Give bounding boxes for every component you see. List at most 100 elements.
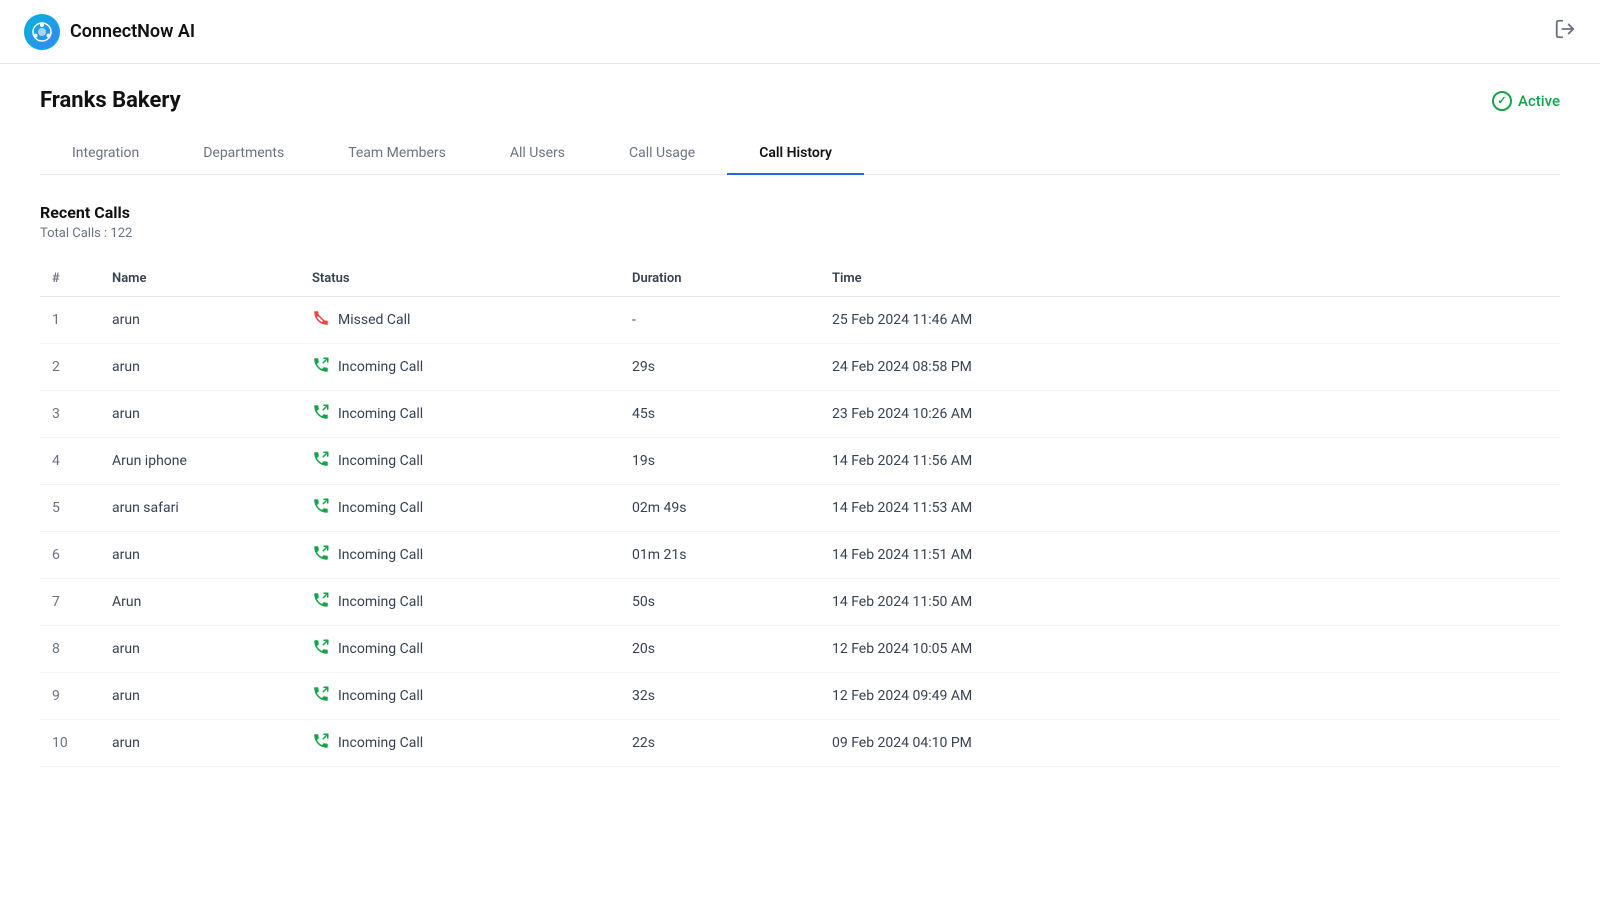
status-text: Incoming Call	[338, 735, 423, 751]
status-text: Incoming Call	[338, 406, 423, 422]
page-title: Franks Bakery	[40, 88, 181, 113]
cell-time: 24 Feb 2024 08:58 PM	[820, 344, 1560, 391]
cell-name: arun	[100, 391, 300, 438]
status-badge: Active	[1492, 91, 1560, 111]
table-row: 9 arun Incoming Call 32s 12 Feb 2024 09:…	[40, 673, 1560, 720]
cell-name: arun	[100, 344, 300, 391]
cell-status: Incoming Call	[300, 438, 620, 485]
brand-logo	[24, 14, 60, 50]
cell-status: Incoming Call	[300, 344, 620, 391]
table-row: 8 arun Incoming Call 20s 12 Feb 2024 10:…	[40, 626, 1560, 673]
cell-name: arun	[100, 673, 300, 720]
recent-calls-title: Recent Calls	[40, 203, 1560, 222]
cell-name: arun	[100, 626, 300, 673]
cell-duration: 29s	[620, 344, 820, 391]
cell-num: 1	[40, 297, 100, 344]
cell-duration: 19s	[620, 438, 820, 485]
table-row: 10 arun Incoming Call 22s 09 Feb 2024 04…	[40, 720, 1560, 767]
cell-num: 5	[40, 485, 100, 532]
cell-time: 09 Feb 2024 04:10 PM	[820, 720, 1560, 767]
tab-departments[interactable]: Departments	[171, 133, 316, 175]
cell-status: Incoming Call	[300, 673, 620, 720]
incoming-call-icon	[312, 356, 330, 378]
cell-time: 25 Feb 2024 11:46 AM	[820, 297, 1560, 344]
col-header-status: Status	[300, 261, 620, 297]
cell-status: Incoming Call	[300, 485, 620, 532]
cell-status: Incoming Call	[300, 391, 620, 438]
brand-name: ConnectNow AI	[70, 21, 195, 42]
table-row: 6 arun Incoming Call 01m 21s 14 Feb 2024…	[40, 532, 1560, 579]
cell-status: Incoming Call	[300, 720, 620, 767]
tab-call-usage[interactable]: Call Usage	[597, 133, 727, 175]
status-text: Incoming Call	[338, 359, 423, 375]
tab-bar: Integration Departments Team Members All…	[40, 133, 1560, 175]
cell-num: 7	[40, 579, 100, 626]
col-header-time: Time	[820, 261, 1560, 297]
cell-time: 14 Feb 2024 11:53 AM	[820, 485, 1560, 532]
cell-num: 9	[40, 673, 100, 720]
cell-duration: 01m 21s	[620, 532, 820, 579]
cell-name: Arun iphone	[100, 438, 300, 485]
cell-name: arun	[100, 532, 300, 579]
cell-duration: -	[620, 297, 820, 344]
cell-num: 2	[40, 344, 100, 391]
top-bar: ConnectNow AI	[0, 0, 1600, 64]
incoming-call-icon	[312, 403, 330, 425]
incoming-call-icon	[312, 497, 330, 519]
cell-num: 10	[40, 720, 100, 767]
cell-duration: 20s	[620, 626, 820, 673]
table-row: 7 Arun Incoming Call 50s 14 Feb 2024 11:…	[40, 579, 1560, 626]
tab-team-members[interactable]: Team Members	[316, 133, 478, 175]
cell-time: 14 Feb 2024 11:50 AM	[820, 579, 1560, 626]
cell-duration: 22s	[620, 720, 820, 767]
status-label: Active	[1518, 92, 1560, 110]
status-text: Incoming Call	[338, 594, 423, 610]
tab-integration[interactable]: Integration	[40, 133, 171, 175]
tab-all-users[interactable]: All Users	[478, 133, 597, 175]
cell-duration: 02m 49s	[620, 485, 820, 532]
total-calls: Total Calls : 122	[40, 226, 1560, 241]
page-header: Franks Bakery Active	[40, 88, 1560, 113]
active-status-icon	[1492, 91, 1512, 111]
table-header-row: # Name Status Duration Time	[40, 261, 1560, 297]
table-row: 5 arun safari Incoming Call 02m 49s 14 F…	[40, 485, 1560, 532]
incoming-call-icon	[312, 638, 330, 660]
cell-status: Incoming Call	[300, 532, 620, 579]
col-header-name: Name	[100, 261, 300, 297]
tab-call-history[interactable]: Call History	[727, 133, 864, 175]
cell-num: 4	[40, 438, 100, 485]
cell-name: arun	[100, 297, 300, 344]
status-text: Missed Call	[338, 312, 410, 328]
table-row: 4 Arun iphone Incoming Call 19s 14 Feb 2…	[40, 438, 1560, 485]
cell-time: 14 Feb 2024 11:56 AM	[820, 438, 1560, 485]
table-row: 3 arun Incoming Call 45s 23 Feb 2024 10:…	[40, 391, 1560, 438]
table-row: 1 arun Missed Call - 25 Feb 2024 11:46 A…	[40, 297, 1560, 344]
cell-num: 6	[40, 532, 100, 579]
status-text: Incoming Call	[338, 500, 423, 516]
calls-table: # Name Status Duration Time 1 arun Mis	[40, 261, 1560, 767]
col-header-duration: Duration	[620, 261, 820, 297]
page-content: Franks Bakery Active Integration Departm…	[0, 64, 1600, 791]
table-row: 2 arun Incoming Call 29s 24 Feb 2024 08:…	[40, 344, 1560, 391]
cell-time: 14 Feb 2024 11:51 AM	[820, 532, 1560, 579]
cell-name: arun	[100, 720, 300, 767]
cell-time: 23 Feb 2024 10:26 AM	[820, 391, 1560, 438]
logout-button[interactable]	[1554, 18, 1576, 45]
cell-num: 3	[40, 391, 100, 438]
cell-name: arun safari	[100, 485, 300, 532]
cell-status: Missed Call	[300, 297, 620, 344]
status-text: Incoming Call	[338, 641, 423, 657]
cell-duration: 32s	[620, 673, 820, 720]
status-text: Incoming Call	[338, 453, 423, 469]
missed-call-icon	[312, 309, 330, 331]
cell-num: 8	[40, 626, 100, 673]
cell-status: Incoming Call	[300, 626, 620, 673]
incoming-call-icon	[312, 685, 330, 707]
recent-calls-section: Recent Calls Total Calls : 122 # Name St…	[40, 203, 1560, 767]
cell-name: Arun	[100, 579, 300, 626]
cell-time: 12 Feb 2024 09:49 AM	[820, 673, 1560, 720]
cell-time: 12 Feb 2024 10:05 AM	[820, 626, 1560, 673]
cell-duration: 45s	[620, 391, 820, 438]
status-text: Incoming Call	[338, 688, 423, 704]
incoming-call-icon	[312, 544, 330, 566]
